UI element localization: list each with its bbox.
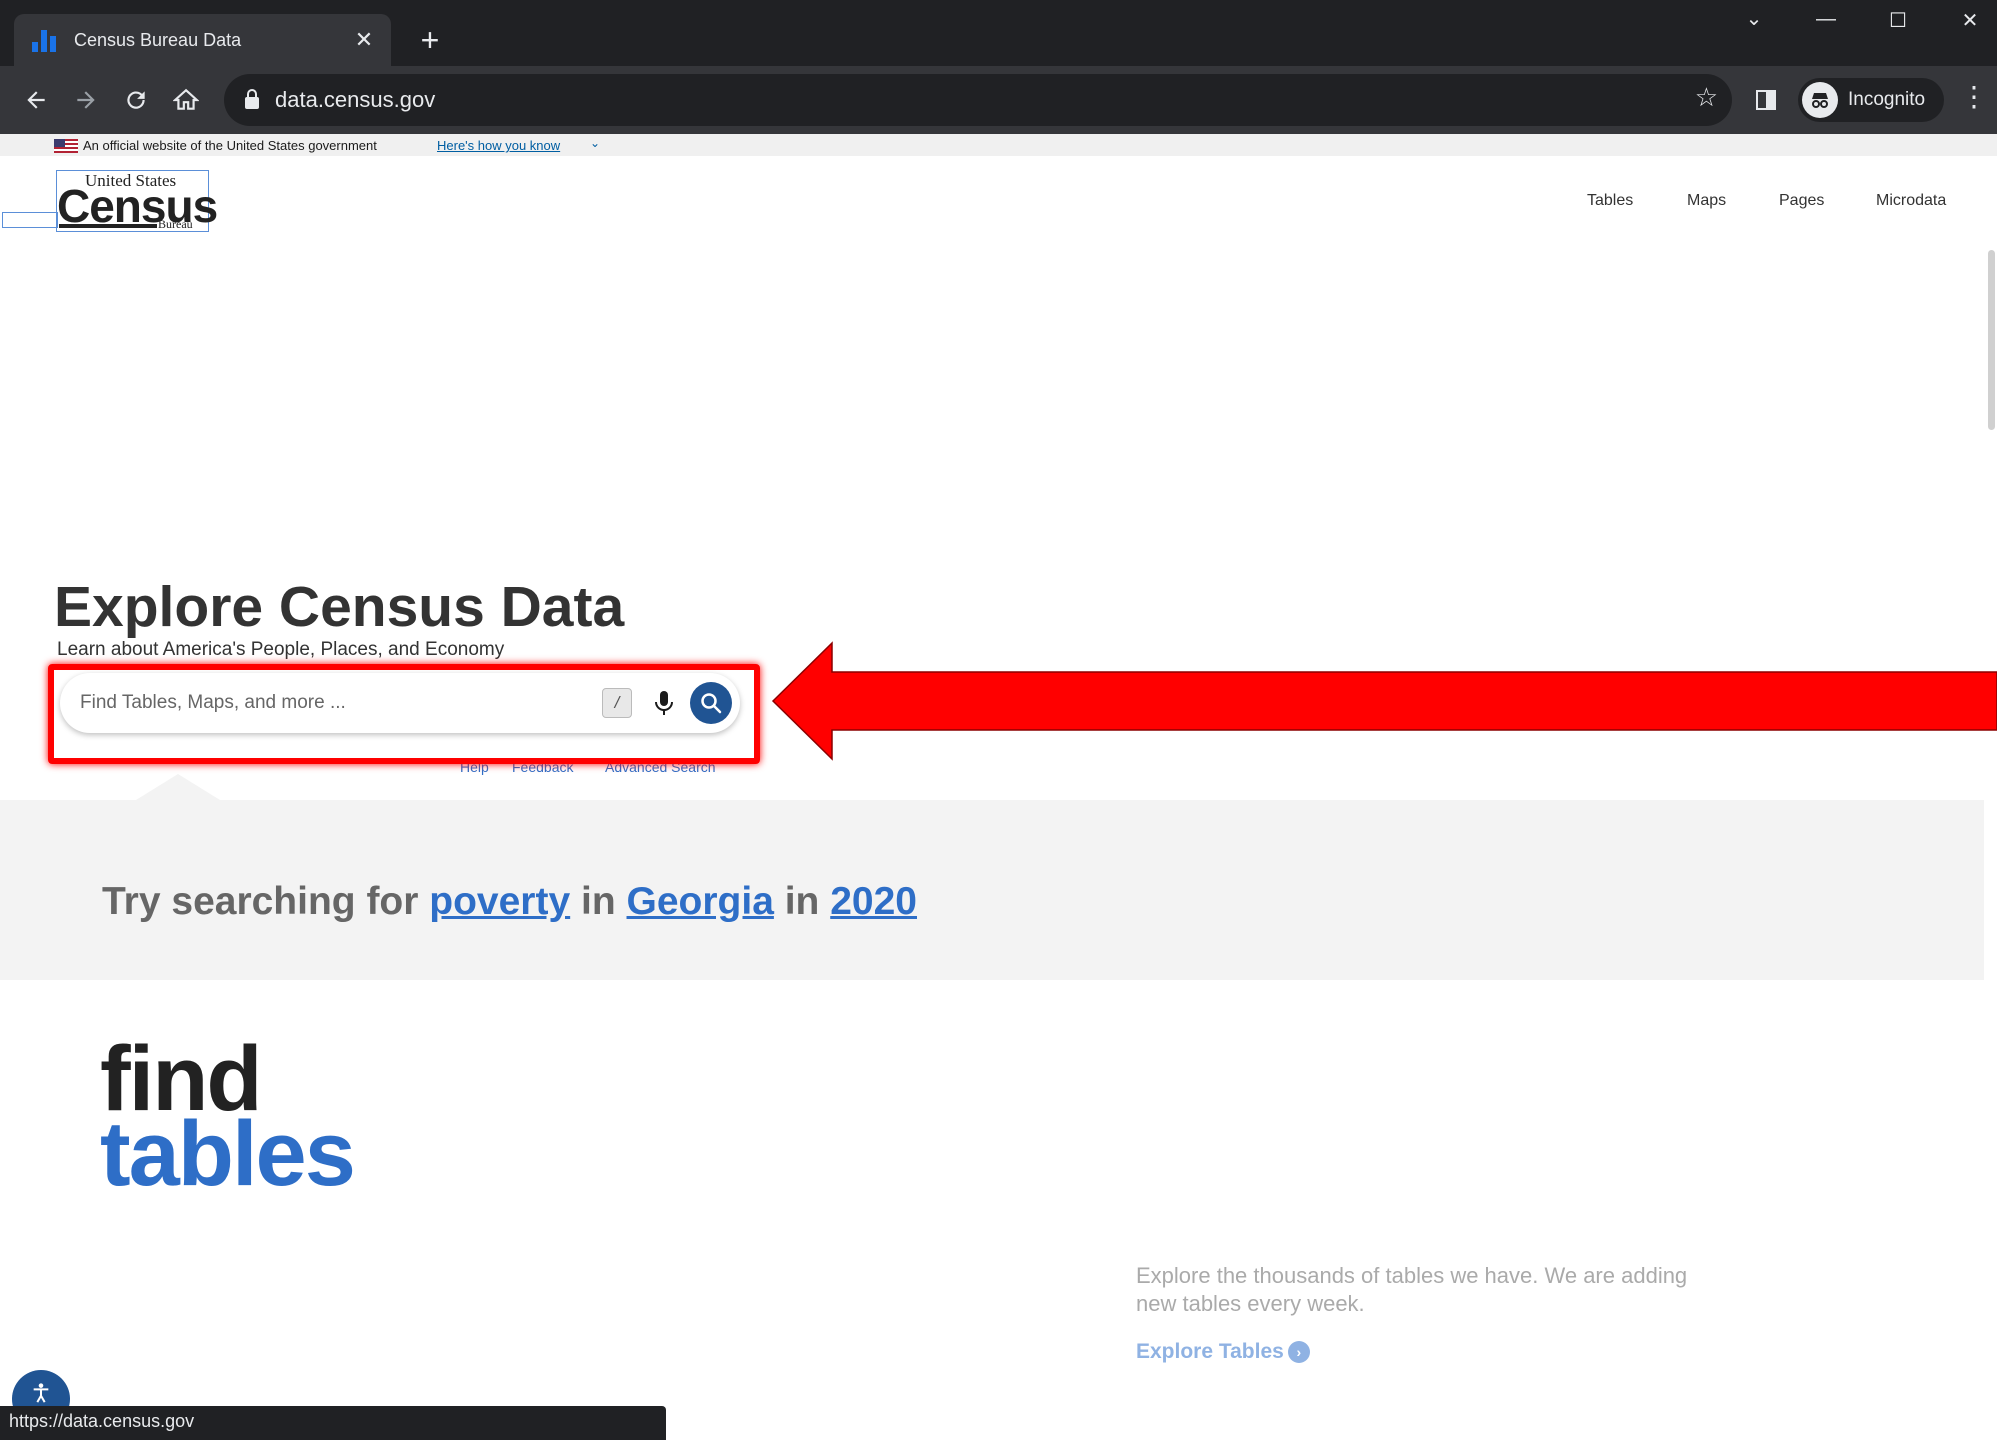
- chevron-down-icon[interactable]: ⌄: [590, 136, 600, 150]
- try-searching-text: Try searching for poverty in Georgia in …: [102, 880, 917, 924]
- forward-arrow-icon[interactable]: [64, 78, 108, 122]
- logo-bar: [59, 224, 157, 228]
- scrollbar[interactable]: [1988, 250, 1995, 430]
- tables-heading: tables: [100, 1103, 356, 1205]
- try-link-geo[interactable]: Georgia: [627, 880, 774, 923]
- gov-banner-link[interactable]: Here's how you know: [437, 138, 560, 153]
- address-bar[interactable]: data.census.gov ☆: [224, 74, 1732, 126]
- browser-tab[interactable]: Census Bureau Data ✕: [14, 14, 391, 66]
- url-text[interactable]: data.census.gov: [275, 87, 435, 113]
- accessibility-icon: [33, 1383, 49, 1403]
- reload-icon[interactable]: [114, 78, 158, 122]
- tab-search-chevron-icon[interactable]: ⌄: [1734, 6, 1774, 31]
- page-content: An official website of the United States…: [0, 134, 1997, 1440]
- try-link-topic[interactable]: poverty: [429, 880, 570, 923]
- page-subtitle: Learn about America's People, Places, an…: [57, 639, 505, 660]
- close-tab-icon[interactable]: ✕: [351, 27, 377, 53]
- back-arrow-icon[interactable]: [14, 78, 58, 122]
- incognito-label: Incognito: [1848, 89, 1926, 110]
- red-arrow-annotation: [771, 641, 1997, 761]
- nav-tables[interactable]: Tables: [1587, 192, 1633, 210]
- logo-bottom-text: Bureau: [158, 217, 193, 231]
- census-favicon-icon: [32, 28, 58, 52]
- maximize-icon[interactable]: ☐: [1878, 8, 1918, 33]
- browser-tab-bar: Census Bureau Data ✕ + ⌄ — ☐ ✕: [0, 0, 1997, 66]
- gov-banner-text: An official website of the United States…: [83, 138, 377, 153]
- try-band-notch: [136, 774, 220, 800]
- lock-icon: [245, 89, 259, 109]
- page-title: Explore Census Data: [54, 575, 625, 639]
- try-in-2: in: [773, 880, 831, 923]
- logo-focus-outline: [2, 212, 58, 228]
- incognito-profile-button[interactable]: Incognito: [1798, 78, 1944, 122]
- try-link-year[interactable]: 2020: [830, 880, 917, 923]
- census-logo[interactable]: United States Census Bureau: [56, 170, 218, 232]
- minimize-icon[interactable]: —: [1806, 8, 1846, 31]
- status-bar-url: https://data.census.gov: [0, 1406, 666, 1440]
- incognito-icon: [1802, 82, 1838, 118]
- explore-tables-label: Explore Tables: [1136, 1340, 1284, 1363]
- nav-maps[interactable]: Maps: [1687, 192, 1726, 210]
- tab-title: Census Bureau Data: [74, 29, 242, 50]
- side-panel-icon[interactable]: [1744, 78, 1788, 122]
- nav-pages[interactable]: Pages: [1779, 192, 1824, 210]
- close-window-icon[interactable]: ✕: [1950, 8, 1990, 33]
- try-searching-band: Try searching for poverty in Georgia in …: [0, 800, 1984, 980]
- arrow-right-icon: ›: [1287, 1341, 1310, 1364]
- new-tab-button[interactable]: +: [410, 20, 450, 60]
- browser-toolbar: data.census.gov ☆ Incognito ⋮: [0, 66, 1997, 134]
- gov-banner: An official website of the United States…: [0, 134, 1997, 156]
- try-in-1: in: [570, 880, 627, 923]
- search-highlight-box: [48, 664, 760, 764]
- us-flag-icon: [54, 139, 78, 153]
- bookmark-star-icon[interactable]: ☆: [1695, 82, 1718, 113]
- nav-microdata[interactable]: Microdata: [1876, 192, 1946, 210]
- explore-tables-link[interactable]: Explore Tables ›: [1136, 1340, 1310, 1364]
- explore-description: Explore the thousands of tables we have.…: [1136, 1263, 1688, 1316]
- try-prefix: Try searching for: [102, 880, 430, 923]
- home-icon[interactable]: [164, 78, 208, 122]
- browser-menu-icon[interactable]: ⋮: [1960, 80, 1988, 113]
